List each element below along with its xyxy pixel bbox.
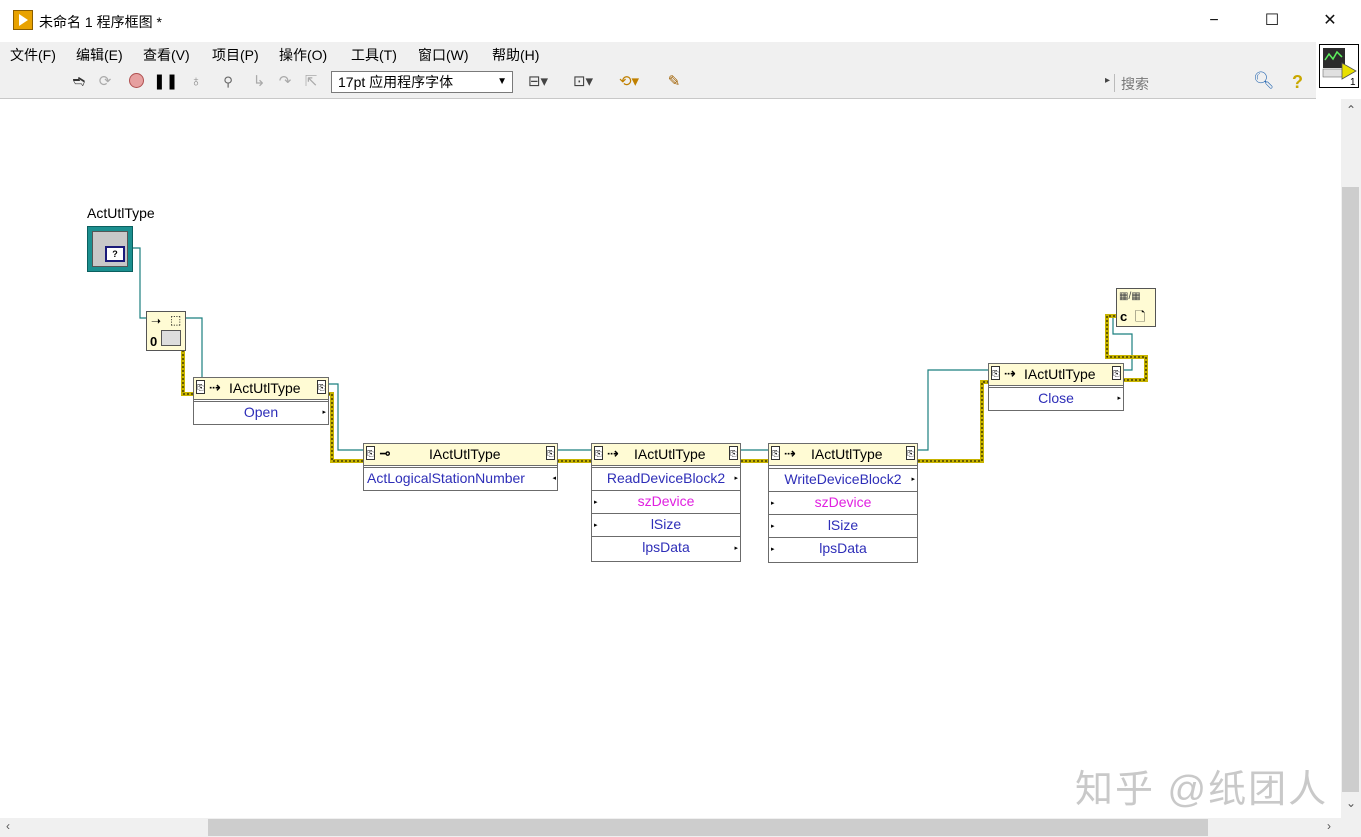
input-terminal-icon: ◂ (552, 475, 556, 482)
invoke-node-read[interactable]: ⎘ ⇢ IActUtlType ⎘ ReadDeviceBlock2 szDev… (591, 443, 741, 562)
refnum-wire-6 (918, 369, 990, 451)
refnum-wire-2 (186, 317, 203, 383)
property-node-header: ⎘ ⊸ IActUtlType ⎘ (364, 444, 557, 466)
node-class-label: IActUtlType (1024, 366, 1096, 382)
invoke-arrow-icon: ⇢ (209, 379, 221, 395)
reference-in-icon: ⎘ (771, 446, 780, 460)
reference-in-icon: ⎘ (991, 366, 1000, 380)
invoke-node-header: ⎘ ⇢ IActUtlType ⎘ (769, 444, 917, 466)
invoke-node-header: ⎘ ⇢ IActUtlType ⎘ (194, 378, 328, 400)
invoke-node-close[interactable]: ⎘ ⇢ IActUtlType ⎘ Close ▸ (988, 363, 1124, 411)
invoke-arrow-icon: ⇢ (1004, 365, 1016, 381)
reference-out-icon: ⎘ (546, 446, 555, 460)
automation-open-node[interactable]: ➝ ⬚ 0 (146, 311, 186, 351)
method-close[interactable]: Close (989, 387, 1123, 410)
input-terminal-icon: ▸ (771, 523, 775, 530)
invoke-arrow-icon: ⇢ (607, 445, 619, 461)
param-szdevice[interactable]: szDevice (769, 491, 917, 514)
watermark: 知乎 @纸团人 (1075, 769, 1329, 811)
refnum-wire-1 (133, 247, 148, 319)
svg-text:1: 1 (1350, 77, 1356, 87)
input-terminal-icon: ▸ (771, 500, 775, 507)
reference-out-icon: ⎘ (1112, 366, 1121, 380)
node-class-label: IActUtlType (811, 446, 883, 462)
invoke-node-open[interactable]: ⎘ ⇢ IActUtlType ⎘ Open ▸ (193, 377, 329, 425)
input-terminal-icon: ▸ (594, 499, 598, 506)
reference-in-icon: ⎘ (366, 446, 375, 460)
error-wire-2 (328, 392, 366, 463)
input-terminal-icon: ▸ (771, 546, 775, 553)
cube-icon: ⬚ (170, 313, 182, 327)
reference-in-icon: ⎘ (196, 380, 205, 394)
method-open[interactable]: Open (194, 401, 328, 424)
refnum-icon: ▦/▦ (1119, 291, 1141, 302)
resize-grip[interactable] (1341, 818, 1361, 837)
close-reference-node[interactable]: ▦/▦ c 🗋 (1116, 288, 1156, 327)
param-lpsdata[interactable]: lpsData (592, 536, 740, 559)
method-read-device-block2[interactable]: ReadDeviceBlock2 (592, 467, 740, 490)
scroll-down-icon[interactable]: ⌄ (1346, 796, 1356, 810)
dialog-icon: ? (105, 246, 125, 262)
reference-out-icon: ⎘ (729, 446, 738, 460)
invoke-node-header: ⎘ ⇢ IActUtlType ⎘ (989, 364, 1123, 386)
reference-in-icon: ⎘ (594, 446, 603, 460)
reference-out-icon: ⎘ (317, 380, 326, 394)
scroll-left-icon[interactable]: ‹ (6, 819, 10, 833)
output-terminal-icon: ▸ (734, 475, 738, 482)
window-icon (161, 330, 181, 346)
horizontal-scroll-thumb[interactable] (208, 819, 1208, 836)
constant-label: ActUtlType (87, 205, 155, 221)
activex-constant[interactable]: ? (87, 226, 133, 272)
output-terminal-icon: ▸ (322, 409, 326, 416)
activex-constant-icon: ? (92, 231, 128, 267)
node-class-label: IActUtlType (229, 380, 301, 396)
node-class-label: IActUtlType (634, 446, 706, 462)
output-terminal-icon: ▸ (911, 476, 915, 483)
error-wire-5 (918, 380, 990, 463)
arrow-right-icon: ➝ (151, 314, 162, 328)
invoke-arrow-icon: ⇢ (784, 445, 796, 461)
zero-label-icon: 0 (150, 334, 158, 349)
reference-out-icon: ⎘ (906, 446, 915, 460)
param-szdevice[interactable]: szDevice (592, 490, 740, 513)
node-class-label: IActUtlType (429, 446, 501, 462)
scroll-up-icon[interactable]: ⌃ (1346, 103, 1356, 117)
scroll-right-icon[interactable]: › (1327, 819, 1331, 833)
invoke-node-header: ⎘ ⇢ IActUtlType ⎘ (592, 444, 740, 466)
input-terminal-icon: ▸ (594, 522, 598, 529)
param-lpsdata[interactable]: lpsData (769, 537, 917, 560)
output-terminal-icon: ▸ (1117, 395, 1121, 402)
vertical-scroll-thumb[interactable] (1342, 187, 1359, 792)
document-icon: 🗋 (1135, 309, 1146, 324)
output-terminal-icon: ▸ (734, 545, 738, 552)
invoke-node-write[interactable]: ⎘ ⇢ IActUtlType ⎘ WriteDeviceBlock2 szDe… (768, 443, 918, 563)
property-act-logical-station-number[interactable]: ActLogicalStationNumber (364, 467, 557, 490)
param-lsize[interactable]: lSize (769, 514, 917, 537)
property-node-station[interactable]: ⎘ ⊸ IActUtlType ⎘ ActLogicalStationNumbe… (363, 443, 558, 491)
method-write-device-block2[interactable]: WriteDeviceBlock2 (769, 468, 917, 491)
property-write-icon: ⊸ (379, 445, 391, 461)
param-lsize[interactable]: lSize (592, 513, 740, 536)
close-c-icon: c (1120, 309, 1128, 324)
